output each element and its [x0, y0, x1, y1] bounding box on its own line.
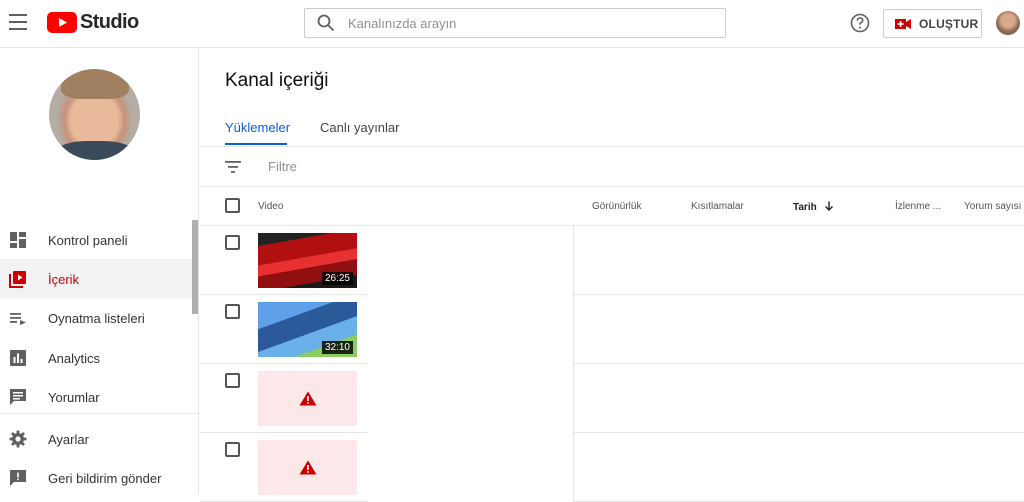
sort-arrow-down-icon: [824, 201, 833, 211]
sidebar-item-settings[interactable]: Ayarlar: [0, 419, 192, 459]
sidebar-item-content[interactable]: İçerik: [0, 259, 192, 299]
video-thumbnail[interactable]: 26:25: [258, 233, 357, 288]
filter-input[interactable]: Filtre: [268, 159, 297, 174]
warning-icon: [299, 460, 316, 475]
page-title: Kanal içeriği: [225, 70, 329, 91]
sidebar-item-analytics[interactable]: Analytics: [0, 338, 192, 378]
row-checkbox[interactable]: [225, 442, 240, 457]
channel-avatar[interactable]: [49, 69, 140, 160]
table-row[interactable]: 26:25: [200, 226, 1024, 295]
content-icon: [9, 270, 27, 288]
column-header-comments[interactable]: Yorum sayısı: [964, 201, 1021, 212]
table-row[interactable]: 32:10: [200, 295, 1024, 364]
table-row[interactable]: [200, 364, 1024, 433]
video-duration: 32:10: [321, 341, 353, 354]
column-header-video[interactable]: Video: [258, 201, 283, 212]
studio-logo[interactable]: Studio: [47, 11, 139, 34]
sidebar-item-label: Kontrol paneli: [48, 232, 128, 248]
create-button-label: OLUŞTUR: [919, 16, 979, 31]
sidebar-item-comments[interactable]: Yorumlar: [0, 377, 192, 417]
sidebar-item-label: Geri bildirim gönder: [48, 470, 162, 486]
help-icon[interactable]: [850, 13, 870, 33]
filter-bar: Filtre: [200, 147, 1024, 187]
video-thumbnail-error[interactable]: [258, 440, 357, 495]
filter-icon[interactable]: [224, 160, 242, 174]
logo-text: Studio: [80, 11, 139, 33]
youtube-logo-icon: [47, 12, 77, 33]
playlist-icon: [9, 309, 27, 327]
table-header: Video Görünürlük Kısıtlamalar Tarih İzle…: [200, 187, 1024, 226]
search-box[interactable]: [304, 8, 726, 38]
column-header-date[interactable]: Tarih: [793, 201, 834, 213]
table-row[interactable]: [200, 433, 1024, 502]
video-thumbnail[interactable]: 32:10: [258, 302, 357, 357]
video-thumbnail-error[interactable]: [258, 371, 357, 426]
sidebar: Kontrol paneli İçerik Oynatma listeleri …: [0, 48, 199, 494]
comments-icon: [9, 388, 27, 406]
sidebar-item-label: Yorumlar: [48, 389, 100, 405]
column-header-restrictions[interactable]: Kısıtlamalar: [691, 201, 744, 212]
row-checkbox[interactable]: [225, 373, 240, 388]
column-header-date-label: Tarih: [793, 202, 817, 213]
tab-uploads[interactable]: Yüklemeler: [225, 120, 290, 135]
column-header-visibility[interactable]: Görünürlük: [592, 201, 641, 212]
sidebar-item-label: Analytics: [48, 350, 101, 366]
select-all-checkbox[interactable]: [225, 198, 240, 213]
tab-live[interactable]: Canlı yayınlar: [320, 120, 399, 135]
create-button[interactable]: OLUŞTUR: [883, 9, 982, 38]
search-icon: [317, 14, 335, 32]
gear-icon: [9, 430, 27, 448]
dashboard-icon: [9, 231, 27, 249]
warning-icon: [299, 391, 316, 406]
row-checkbox[interactable]: [225, 235, 240, 250]
sidebar-item-label: Ayarlar: [48, 431, 89, 447]
sidebar-item-dashboard[interactable]: Kontrol paneli: [0, 220, 192, 260]
sidebar-item-label: İçerik: [48, 271, 80, 287]
active-tab-indicator: [225, 143, 287, 145]
top-bar: Studio OLUŞTUR: [0, 0, 1024, 48]
feedback-icon: [9, 469, 27, 487]
sidebar-item-label: Oynatma listeleri: [48, 310, 145, 326]
main-content: Kanal içeriği Yüklemeler Canlı yayınlar …: [200, 48, 1024, 502]
sidebar-item-playlists[interactable]: Oynatma listeleri: [0, 298, 192, 338]
sidebar-divider: [0, 413, 199, 414]
sidebar-item-feedback[interactable]: Geri bildirim gönder: [0, 458, 192, 498]
sidebar-scrollbar[interactable]: [192, 220, 198, 314]
row-checkbox[interactable]: [225, 304, 240, 319]
column-header-views[interactable]: İzlenme ...: [895, 201, 941, 212]
menu-icon[interactable]: [9, 14, 27, 30]
search-input[interactable]: [348, 15, 688, 31]
video-duration: 26:25: [321, 272, 353, 285]
video-camera-icon: [895, 18, 911, 29]
analytics-icon: [9, 349, 27, 367]
account-avatar[interactable]: [996, 11, 1020, 35]
